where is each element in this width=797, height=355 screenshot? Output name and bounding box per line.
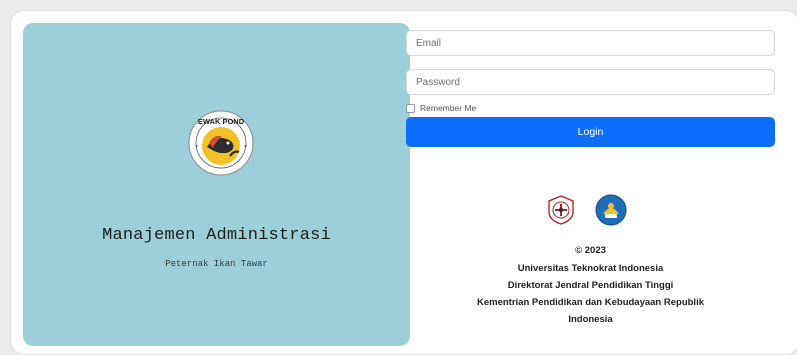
footer-year: © 2023 bbox=[575, 245, 606, 256]
remember-me[interactable]: Remember Me bbox=[406, 102, 476, 114]
login-button[interactable]: Login bbox=[406, 117, 775, 147]
app-subtitle: Peternak Ikan Tawar bbox=[165, 259, 268, 269]
svg-text:EWAK POND: EWAK POND bbox=[198, 117, 245, 126]
footer-country: Indonesia bbox=[568, 314, 613, 325]
remember-me-label: Remember Me bbox=[420, 103, 477, 113]
university-emblem-icon bbox=[546, 195, 576, 225]
password-field[interactable] bbox=[406, 69, 775, 95]
footer-directorate: Direktorat Jendral Pendidikan Tinggi bbox=[507, 280, 674, 291]
ministry-emblem-icon bbox=[595, 194, 627, 226]
ewak-pond-logo-icon: EWAK POND bbox=[188, 110, 254, 176]
email-field[interactable] bbox=[406, 30, 775, 56]
footer-university: Universitas Teknokrat Indonesia bbox=[517, 263, 664, 274]
app-title: Manajemen Administrasi bbox=[102, 226, 331, 245]
footer-ministry: Kementrian Pendidikan dan Kebudayaan Rep… bbox=[477, 297, 704, 308]
remember-me-checkbox[interactable] bbox=[406, 103, 415, 113]
branding-panel: EWAK POND Manajemen Administrasi Peterna… bbox=[23, 23, 410, 346]
